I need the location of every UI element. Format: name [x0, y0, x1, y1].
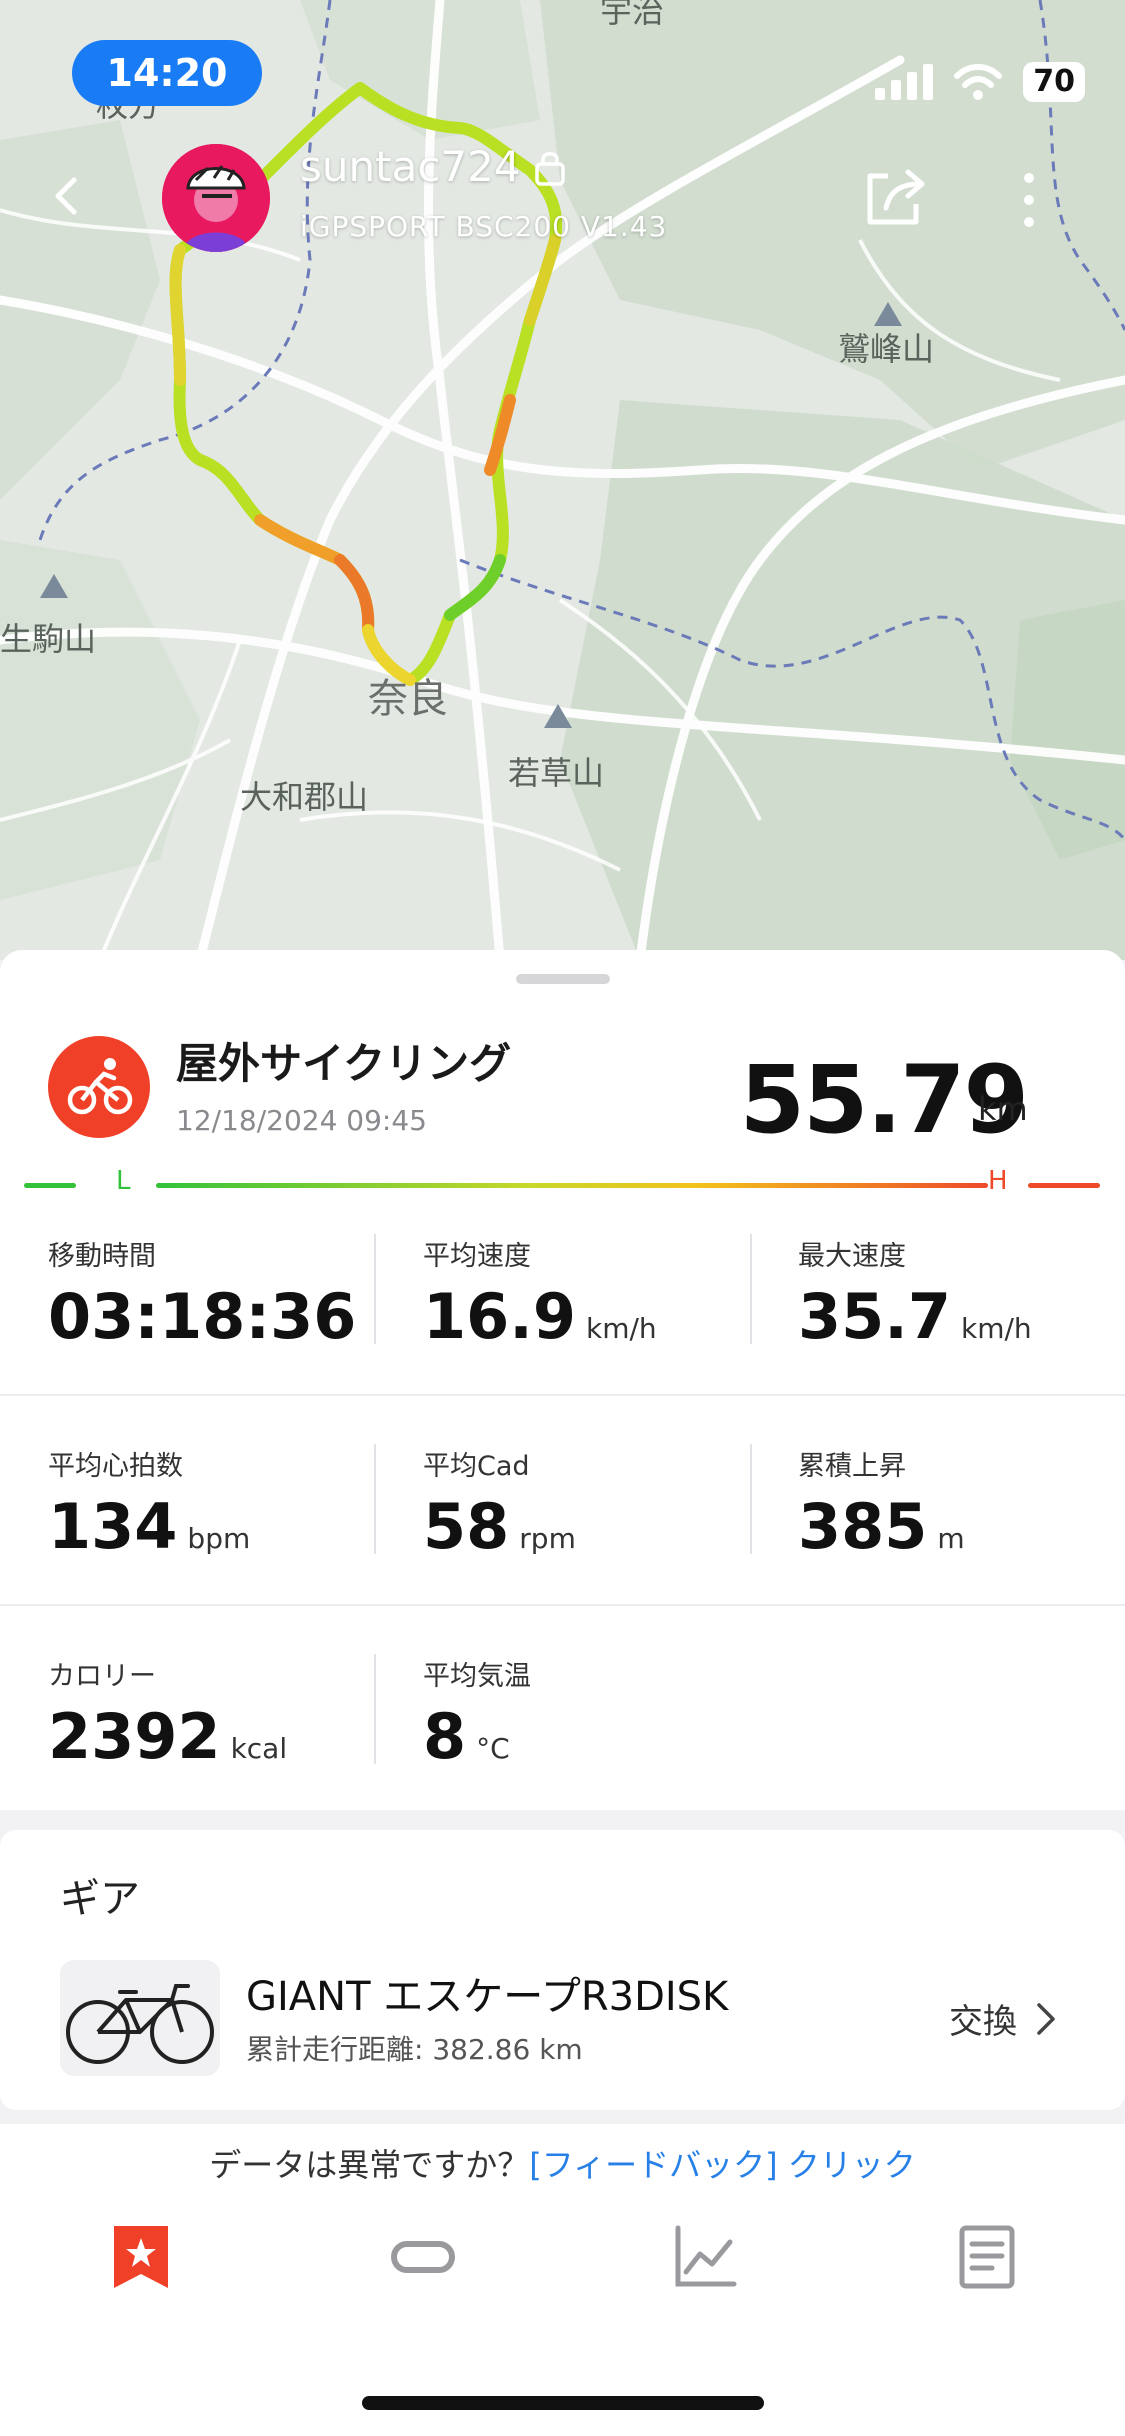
stat-number: 58 — [423, 1490, 510, 1563]
stat-unit: m — [937, 1522, 965, 1555]
battery-level: 70 — [1023, 62, 1085, 102]
chart-line-icon[interactable] — [670, 2222, 740, 2292]
stat-max-speed: 最大速度 35.7 km/h — [750, 1234, 1125, 1374]
stat-avg-cadence: 平均Cad 58 rpm — [375, 1444, 750, 1584]
map-label-nara: 奈良 — [368, 676, 448, 722]
distance-unit: km — [978, 1090, 1028, 1128]
stat-label: カロリー — [48, 1661, 156, 1692]
stat-number: 2392 — [48, 1700, 221, 1773]
status-indicators: 70 — [875, 62, 1085, 102]
share-icon[interactable] — [862, 162, 930, 230]
stat-avg-heart-rate: 平均心拍数 134 bpm — [0, 1444, 375, 1584]
avatar[interactable] — [162, 144, 270, 252]
stat-number: 385 — [798, 1490, 928, 1563]
stat-label: 平均気温 — [423, 1661, 531, 1692]
sheet-grabber[interactable] — [516, 974, 610, 984]
activity-summary-sheet: 屋外サイクリング 12/18/2024 09:45 55.79 km L H 移… — [0, 950, 1125, 1810]
stat-unit: kcal — [230, 1732, 288, 1765]
back-icon[interactable] — [44, 172, 92, 220]
feedback-link[interactable]: [フィードバック] クリック — [529, 2146, 916, 2184]
stat-value: 03:18:36 — [48, 1280, 356, 1353]
map-label-washimine: 鷲峰山 — [838, 330, 935, 368]
stat-avg-speed: 平均速度 16.9 km/h — [375, 1234, 750, 1374]
stat-value: 134 bpm — [48, 1490, 250, 1563]
document-icon[interactable] — [952, 2222, 1022, 2292]
row-divider — [0, 1604, 1125, 1606]
stat-number: 134 — [48, 1490, 178, 1563]
stat-label: 平均心拍数 — [48, 1451, 183, 1482]
stat-label: 移動時間 — [48, 1241, 156, 1272]
stat-unit: km/h — [960, 1312, 1032, 1345]
more-options-icon[interactable] — [1014, 170, 1044, 230]
stat-calories: カロリー 2392 kcal — [0, 1654, 375, 1794]
chevron-right-icon — [1037, 2002, 1055, 2035]
stat-value: 385 m — [798, 1490, 965, 1563]
bottom-bar: データは異常ですか？[フィードバック] クリック — [0, 2124, 1125, 2436]
stat-unit: bpm — [187, 1522, 251, 1555]
stat-value: 16.9 km/h — [423, 1280, 657, 1353]
username: suntac724 — [300, 142, 567, 191]
stat-unit: °C — [476, 1732, 510, 1765]
activity-datetime: 12/18/2024 09:45 — [176, 1104, 427, 1137]
map-label-ikoma: 生駒山 — [0, 620, 97, 658]
exchange-gear-button[interactable]: 交換 — [949, 1994, 1057, 2043]
gear-title: ギア — [60, 1876, 140, 1922]
stat-label: 平均Cad — [423, 1451, 530, 1482]
road-bike-icon — [66, 1984, 214, 2064]
map-label-top: 宇治 — [600, 0, 665, 30]
stat-unit: km/h — [585, 1312, 657, 1345]
username-text: suntac724 — [300, 142, 521, 191]
stat-value: 35.7 km/h — [798, 1280, 1032, 1353]
cycling-icon — [67, 1058, 133, 1115]
map-label-yamatokoriyama: 大和郡山 — [240, 778, 369, 816]
row-divider — [0, 1394, 1125, 1396]
stat-elevation-gain: 累積上昇 385 m — [750, 1444, 1125, 1584]
stat-value: 58 rpm — [423, 1490, 576, 1563]
stat-unit: rpm — [519, 1522, 576, 1555]
feedback-question: データは異常ですか？ — [209, 2146, 530, 2184]
intensity-scale-bar — [24, 1183, 1100, 1188]
scale-low-label: L — [116, 1166, 131, 1196]
stat-number: 16.9 — [423, 1280, 576, 1353]
bike-name: GIANT エスケープR3DISK — [246, 1974, 729, 2020]
status-time: 14:20 — [72, 40, 262, 106]
activity-type-badge — [48, 1036, 150, 1138]
stat-label: 累積上昇 — [798, 1451, 906, 1482]
device-name: iGPSPORT BSC200 V1.43 — [300, 210, 668, 243]
activity-title: 屋外サイクリング — [176, 1039, 512, 1088]
stat-label: 最大速度 — [798, 1241, 906, 1272]
lock-icon — [534, 151, 565, 186]
stat-number: 03:18:36 — [48, 1280, 357, 1353]
cellular-signal-icon — [875, 64, 934, 100]
wifi-icon — [954, 64, 1003, 100]
stat-number: 8 — [423, 1700, 467, 1773]
stat-value: 2392 kcal — [48, 1700, 287, 1773]
bike-image[interactable] — [60, 1960, 220, 2076]
stat-label: 平均速度 — [423, 1241, 531, 1272]
map-label-wakakusa: 若草山 — [508, 754, 605, 792]
track-loop-icon[interactable] — [388, 2222, 458, 2292]
stat-avg-temperature: 平均気温 8 °C — [375, 1654, 750, 1794]
star-bookmark-icon[interactable] — [106, 2222, 176, 2292]
stat-moving-time: 移動時間 03:18:36 — [0, 1234, 375, 1374]
feedback-prompt: データは異常ですか？[フィードバック] クリック — [0, 2140, 1125, 2186]
stat-number: 35.7 — [798, 1280, 951, 1353]
stat-value: 8 °C — [423, 1700, 510, 1773]
scale-high-label: H — [988, 1166, 1008, 1196]
gear-card: ギア GIANT エスケープR3DISK 累計走行距離: 382.86 km 交… — [0, 1830, 1125, 2110]
exchange-label: 交換 — [949, 2002, 1017, 2042]
bike-mileage: 累計走行距離: 382.86 km — [246, 2033, 583, 2066]
cyclist-avatar-icon — [162, 144, 270, 252]
home-indicator[interactable] — [362, 2396, 764, 2410]
